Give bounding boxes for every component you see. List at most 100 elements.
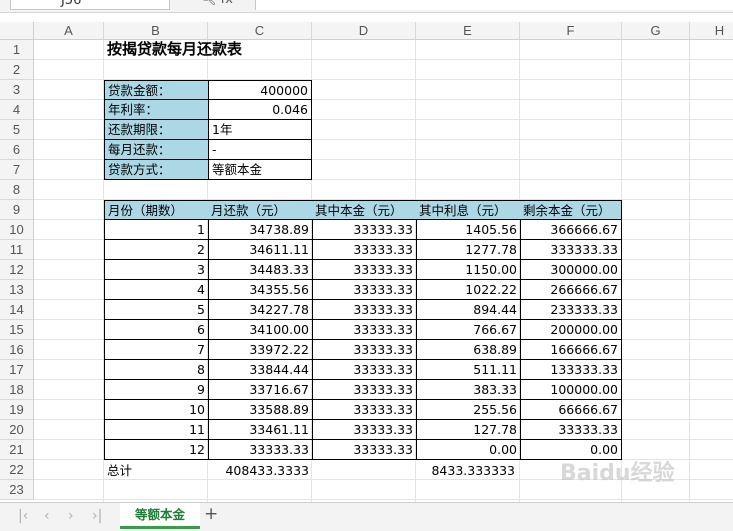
info-value[interactable]: 等额本金: [208, 160, 312, 180]
column-header-f[interactable]: F: [520, 22, 622, 40]
column-header-c[interactable]: C: [208, 22, 312, 40]
table-cell[interactable]: 33333.33: [208, 440, 313, 460]
column-header-h[interactable]: H: [690, 22, 733, 40]
table-cell[interactable]: 5: [104, 300, 209, 320]
first-sheet-icon[interactable]: |‹: [18, 508, 28, 524]
select-all-corner[interactable]: [0, 22, 34, 40]
row-header-1[interactable]: 1: [0, 40, 34, 60]
row-header-2[interactable]: 2: [0, 60, 34, 80]
row-header-12[interactable]: 12: [0, 260, 34, 280]
table-cell[interactable]: 33333.33: [312, 380, 417, 400]
table-cell[interactable]: 33333.33: [312, 360, 417, 380]
row-header-14[interactable]: 14: [0, 300, 34, 320]
table-cell[interactable]: 6: [104, 320, 209, 340]
row-header-20[interactable]: 20: [0, 420, 34, 440]
table-cell[interactable]: 127.78: [416, 420, 521, 440]
table-cell[interactable]: 66666.67: [520, 400, 622, 420]
table-cell[interactable]: 638.89: [416, 340, 521, 360]
row-header-6[interactable]: 6: [0, 140, 34, 160]
total-label[interactable]: 总计: [104, 461, 208, 481]
table-cell[interactable]: 9: [104, 380, 209, 400]
column-header-g[interactable]: G: [622, 22, 690, 40]
row-header-11[interactable]: 11: [0, 240, 34, 260]
table-cell[interactable]: 33333.33: [312, 280, 417, 300]
table-cell[interactable]: 33333.33: [312, 260, 417, 280]
info-label[interactable]: 贷款方式：: [104, 160, 209, 180]
table-cell[interactable]: 7: [104, 340, 209, 360]
table-cell[interactable]: 33333.33: [312, 300, 417, 320]
row-header-13[interactable]: 13: [0, 280, 34, 300]
column-header-e[interactable]: E: [416, 22, 520, 40]
table-cell[interactable]: 3: [104, 260, 209, 280]
table-cell[interactable]: 33844.44: [208, 360, 313, 380]
column-header-d[interactable]: D: [312, 22, 416, 40]
table-cell[interactable]: 33333.33: [520, 420, 622, 440]
table-cell[interactable]: 33972.22: [208, 340, 313, 360]
info-value[interactable]: 400000: [208, 80, 312, 100]
table-cell[interactable]: 34483.33: [208, 260, 313, 280]
table-cell[interactable]: 33333.33: [312, 420, 417, 440]
table-cell[interactable]: 33716.67: [208, 380, 313, 400]
table-header[interactable]: 月还款（元）: [208, 200, 313, 220]
table-cell[interactable]: 0.00: [416, 440, 521, 460]
row-header-3[interactable]: 3: [0, 80, 34, 100]
table-cell[interactable]: 300000.00: [520, 260, 622, 280]
table-cell[interactable]: 894.44: [416, 300, 521, 320]
table-cell[interactable]: 33333.33: [312, 340, 417, 360]
sheet-tab-active[interactable]: 等额本金: [120, 503, 200, 529]
row-header-5[interactable]: 5: [0, 120, 34, 140]
row-header-22[interactable]: 22: [0, 460, 34, 480]
table-cell[interactable]: 333333.33: [520, 240, 622, 260]
table-cell[interactable]: 766.67: [416, 320, 521, 340]
row-header-18[interactable]: 18: [0, 380, 34, 400]
table-cell[interactable]: 34227.78: [208, 300, 313, 320]
table-cell[interactable]: 34611.11: [208, 240, 313, 260]
info-value[interactable]: -: [208, 140, 312, 160]
column-header-a[interactable]: A: [34, 22, 104, 40]
next-sheet-icon[interactable]: ›: [68, 508, 74, 524]
table-header[interactable]: 月份（期数）: [104, 200, 209, 220]
table-cell[interactable]: 33333.33: [312, 400, 417, 420]
table-cell[interactable]: 1022.22: [416, 280, 521, 300]
table-cell[interactable]: 1405.56: [416, 220, 521, 240]
table-cell[interactable]: 166666.67: [520, 340, 622, 360]
table-cell[interactable]: 4: [104, 280, 209, 300]
table-cell[interactable]: 100000.00: [520, 380, 622, 400]
last-sheet-icon[interactable]: ›|: [92, 508, 102, 524]
table-cell[interactable]: 511.11: [416, 360, 521, 380]
table-cell[interactable]: 200000.00: [520, 320, 622, 340]
row-header-16[interactable]: 16: [0, 340, 34, 360]
info-value[interactable]: 1年: [208, 120, 312, 140]
table-cell[interactable]: 2: [104, 240, 209, 260]
table-cell[interactable]: 33333.33: [312, 440, 417, 460]
total-payment[interactable]: 408433.3333: [208, 461, 312, 481]
table-cell[interactable]: 233333.33: [520, 300, 622, 320]
prev-sheet-icon[interactable]: ‹: [44, 508, 50, 524]
info-label[interactable]: 年利率：: [104, 100, 209, 120]
table-cell[interactable]: 34355.56: [208, 280, 313, 300]
info-label[interactable]: 还款期限：: [104, 120, 209, 140]
column-header-b[interactable]: B: [104, 22, 208, 40]
row-header-15[interactable]: 15: [0, 320, 34, 340]
row-header-23[interactable]: 23: [0, 480, 34, 500]
table-cell[interactable]: 11: [104, 420, 209, 440]
info-label[interactable]: 贷款金额：: [104, 80, 209, 100]
table-cell[interactable]: 133333.33: [520, 360, 622, 380]
table-cell[interactable]: 33333.33: [312, 240, 417, 260]
row-header-10[interactable]: 10: [0, 220, 34, 240]
sheet-title[interactable]: 按揭贷款每月还款表: [104, 40, 304, 60]
table-cell[interactable]: 34100.00: [208, 320, 313, 340]
table-header[interactable]: 剩余本金（元）: [520, 200, 622, 220]
table-header[interactable]: 其中利息（元）: [416, 200, 521, 220]
info-value[interactable]: 0.046: [208, 100, 312, 120]
row-header-21[interactable]: 21: [0, 440, 34, 460]
total-interest[interactable]: 8433.333333: [414, 461, 518, 481]
formula-input[interactable]: [255, 0, 733, 10]
row-header-9[interactable]: 9: [0, 200, 34, 220]
table-cell[interactable]: 8: [104, 360, 209, 380]
table-cell[interactable]: 1150.00: [416, 260, 521, 280]
table-cell[interactable]: 33333.33: [312, 320, 417, 340]
fx-icon[interactable]: fx: [221, 0, 233, 7]
row-header-4[interactable]: 4: [0, 100, 34, 120]
table-cell[interactable]: 383.33: [416, 380, 521, 400]
